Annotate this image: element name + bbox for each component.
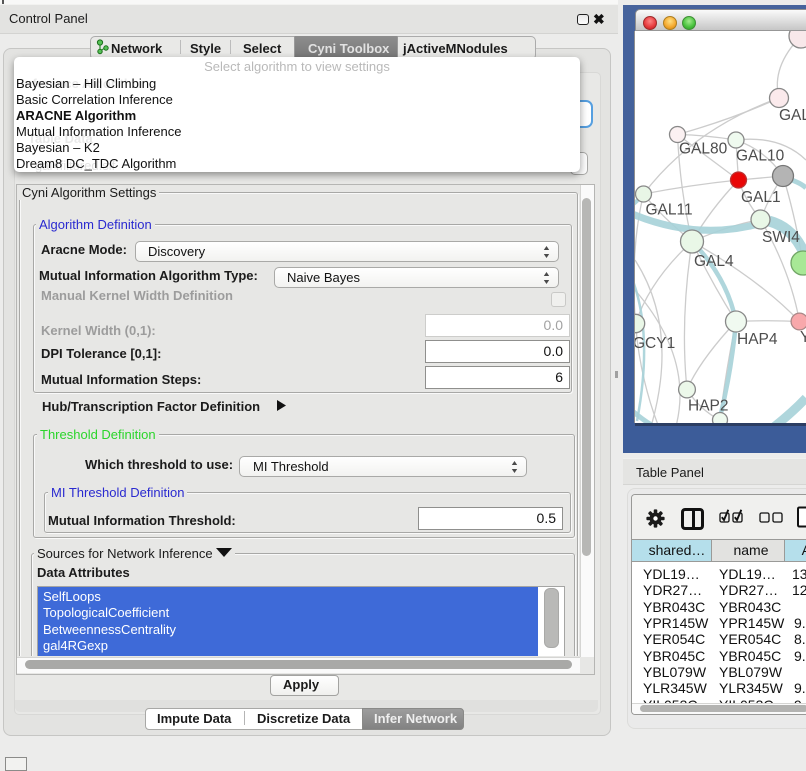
svg-text:GAL2: GAL2	[779, 107, 806, 124]
svg-text:GAL11: GAL11	[646, 202, 693, 219]
svg-text:HAP4: HAP4	[737, 331, 778, 348]
svg-text:GCY1: GCY1	[635, 335, 675, 352]
svg-text:GAL4: GAL4	[694, 253, 734, 270]
svg-text:GAL10: GAL10	[736, 148, 785, 165]
svg-text:SWI4: SWI4	[762, 229, 800, 246]
svg-text:GAL80: GAL80	[679, 141, 728, 158]
svg-text:GAL1: GAL1	[741, 189, 781, 206]
svg-text:YM: YM	[800, 329, 806, 346]
svg-text:HAP2: HAP2	[688, 398, 729, 415]
